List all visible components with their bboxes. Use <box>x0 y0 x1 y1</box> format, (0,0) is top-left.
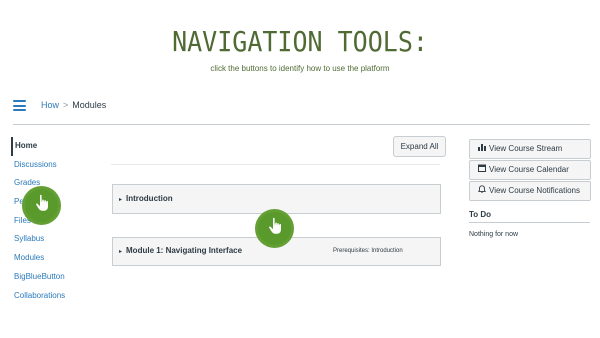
todo-heading: To Do <box>469 210 492 219</box>
breadcrumb-link-course[interactable]: How <box>41 100 59 110</box>
header-divider <box>13 124 590 125</box>
view-course-notifications-button[interactable]: View Course Notifications <box>469 181 591 201</box>
module-prerequisites: Prerequisites: Introduction <box>333 248 403 254</box>
breadcrumb: How > Modules <box>41 100 106 110</box>
nav-item-collaborations[interactable]: Collaborations <box>11 287 91 306</box>
nav-item-modules[interactable]: Modules <box>11 249 91 268</box>
view-course-stream-button[interactable]: View Course Stream <box>469 139 591 159</box>
content-divider <box>111 164 440 165</box>
pointer-hand-icon <box>34 194 50 217</box>
bell-icon <box>476 182 487 200</box>
module-title: ▸ Introduction <box>119 194 173 203</box>
view-course-notifications-label: View Course Notifications <box>489 186 581 195</box>
breadcrumb-separator: > <box>63 100 69 110</box>
nav-item-bigbluebutton[interactable]: BigBlueButton <box>11 268 91 287</box>
nav-item-discussions[interactable]: Discussions <box>11 156 91 175</box>
calendar-icon <box>476 161 487 179</box>
breadcrumb-current: Modules <box>72 100 107 110</box>
hamburger-menu-icon[interactable] <box>13 100 26 111</box>
pointer-hand-icon <box>267 217 283 240</box>
module-title: ▸ Module 1: Navigating Interface <box>119 246 242 255</box>
hotspot-button-navigation[interactable] <box>22 186 61 225</box>
caret-right-icon: ▸ <box>119 197 123 203</box>
view-course-calendar-button[interactable]: View Course Calendar <box>469 160 591 180</box>
view-course-stream-label: View Course Stream <box>489 144 563 153</box>
module-title-text: Module 1: Navigating Interface <box>126 246 243 255</box>
todo-divider <box>469 222 590 223</box>
caret-right-icon: ▸ <box>119 249 123 255</box>
hotspot-button-modules[interactable] <box>255 209 294 248</box>
bar-chart-icon <box>476 140 487 158</box>
module-title-text: Introduction <box>126 194 173 203</box>
expand-all-button[interactable]: Expand All <box>393 136 446 157</box>
todo-empty-message: Nothing for now <box>469 231 519 238</box>
nav-item-home[interactable]: Home <box>11 137 91 156</box>
slide-title: NAVIGATION TOOLS: <box>172 25 428 58</box>
view-course-calendar-label: View Course Calendar <box>489 165 569 174</box>
slide-subtitle: click the buttons to identify how to use… <box>210 64 390 73</box>
nav-item-syllabus[interactable]: Syllabus <box>11 230 91 249</box>
